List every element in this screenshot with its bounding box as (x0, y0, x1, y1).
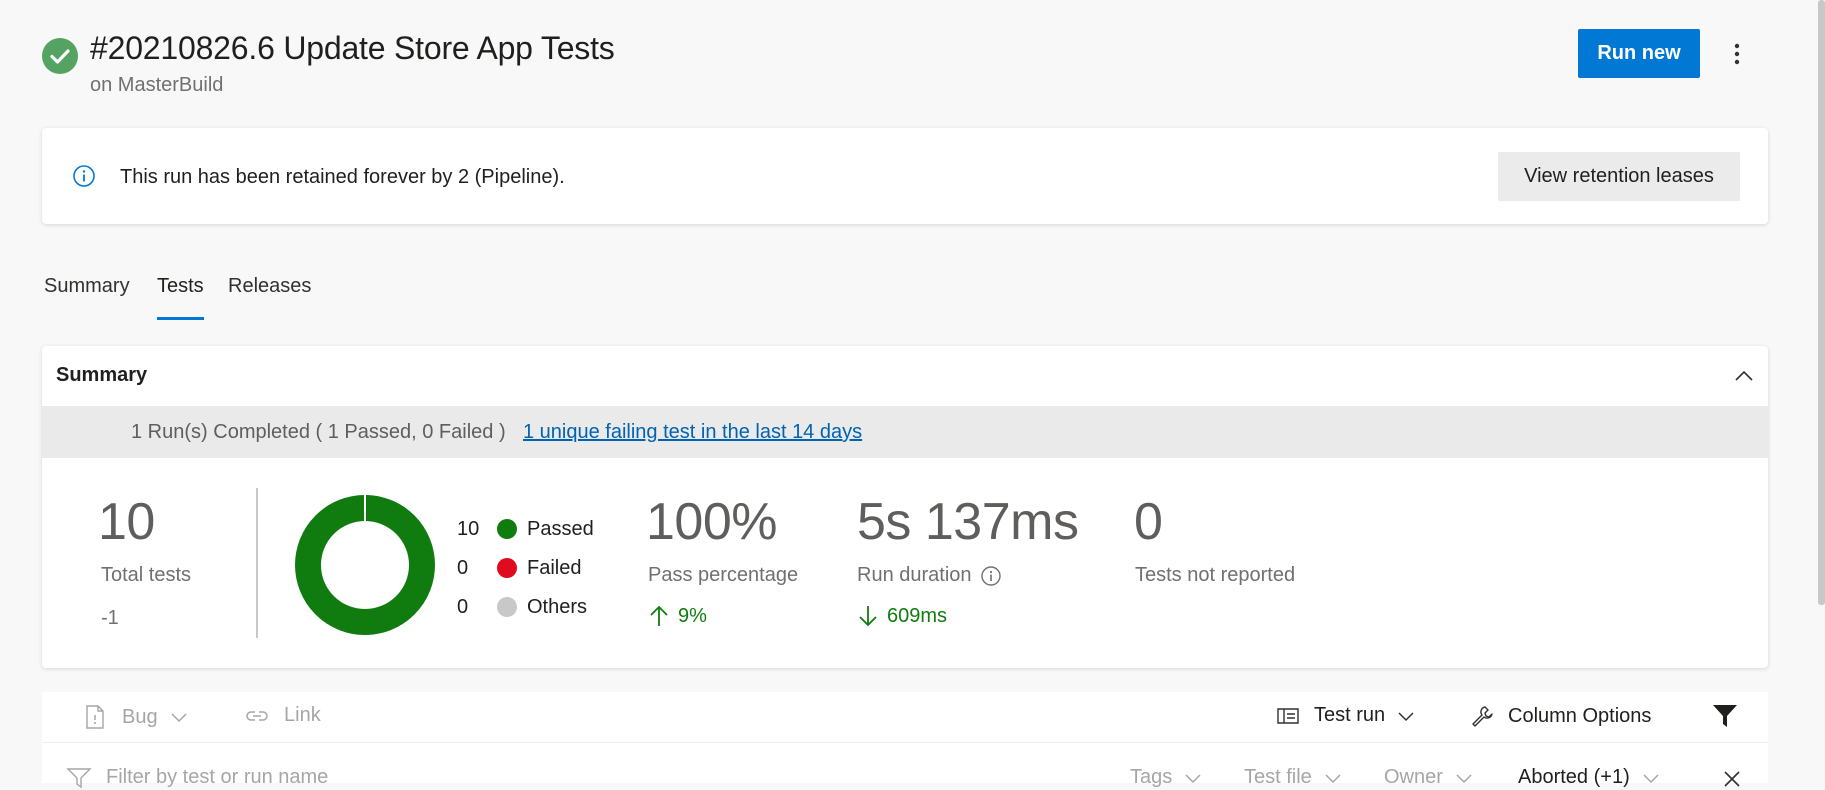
failing-tests-link[interactable]: 1 unique failing test in the last 14 day… (523, 421, 862, 444)
run-duration-label-wrap: Run duration (857, 564, 1002, 587)
pass-percentage-delta: 9% (648, 604, 707, 628)
total-tests-value: 10 (98, 493, 155, 551)
run-new-button[interactable]: Run new (1578, 29, 1700, 78)
test-run-grouping-dropdown[interactable]: Test run (1276, 704, 1415, 727)
owner-filter-dropdown[interactable]: Owner (1384, 766, 1473, 789)
link-button[interactable]: Link (244, 704, 321, 727)
outcome-filter-dropdown[interactable]: Aborted (+1) (1518, 766, 1660, 789)
legend-item-failed: 0 Failed (457, 554, 581, 582)
results-toolbar: Bug Link Test run Column Options (42, 692, 1768, 742)
run-duration-value: 5s 137ms (857, 493, 1079, 551)
bug-button[interactable]: Bug (84, 704, 188, 730)
outcome-filter-label: Aborted (+1) (1518, 766, 1630, 788)
filter-icon (1713, 705, 1737, 727)
legend-item-others: 0 Others (457, 593, 587, 621)
tags-filter-dropdown[interactable]: Tags (1130, 766, 1202, 789)
legend-count: 0 (457, 595, 469, 618)
chevron-up-icon[interactable] (1732, 364, 1756, 388)
legend-label: Failed (527, 556, 582, 579)
run-duration-label: Run duration (857, 564, 972, 586)
pass-percentage-delta-text: 9% (678, 604, 707, 627)
retention-message: This run has been retained forever by 2 … (120, 166, 565, 188)
link-icon (246, 710, 268, 721)
link-label: Link (284, 704, 321, 726)
not-reported-label: Tests not reported (1135, 564, 1296, 586)
chevron-down-icon (1398, 711, 1414, 721)
active-tab-indicator (157, 317, 204, 320)
filter-outline-icon (66, 768, 92, 789)
run-duration-delta-text: 609ms (887, 604, 948, 627)
tab-summary[interactable]: Summary (44, 275, 130, 298)
legend-item-passed: 10 Passed (457, 515, 594, 543)
bug-file-icon (86, 705, 104, 729)
more-vertical-icon[interactable] (1725, 36, 1749, 72)
tab-releases[interactable]: Releases (228, 275, 311, 298)
info-icon (72, 164, 96, 188)
arrow-up-icon (650, 605, 668, 626)
filter-toggle-button[interactable] (1712, 704, 1738, 728)
wrench-icon (1472, 706, 1493, 727)
test-file-filter-label: Test file (1244, 766, 1312, 788)
runs-completed-text: 1 Run(s) Completed ( 1 Passed, 0 Failed … (131, 421, 506, 443)
metric-divider (256, 488, 258, 638)
donut-slice-passed (295, 495, 435, 635)
tags-filter-label: Tags (1130, 766, 1173, 788)
summary-title: Summary (56, 364, 148, 386)
test-file-filter-dropdown[interactable]: Test file (1244, 766, 1342, 789)
outcome-donut-chart (295, 495, 435, 635)
run-duration-delta: 609ms (857, 604, 947, 628)
group-list-icon (1277, 707, 1299, 724)
legend-count: 0 (457, 556, 469, 579)
runs-summary-bar: 1 Run(s) Completed ( 1 Passed, 0 Failed … (42, 406, 1768, 458)
summary-card: Summary 1 Run(s) Completed ( 1 Passed, 0… (42, 346, 1768, 668)
not-reported-value: 0 (1134, 493, 1163, 551)
passed-dot-icon (497, 519, 517, 539)
view-retention-leases-button[interactable]: View retention leases (1498, 152, 1740, 201)
branch-subtitle: on MasterBuild (90, 74, 224, 96)
failed-dot-icon (497, 558, 517, 578)
tab-tests[interactable]: Tests (157, 275, 204, 298)
owner-filter-label: Owner (1384, 766, 1443, 788)
check-circle-icon (42, 38, 78, 74)
column-options-label: Column Options (1508, 704, 1652, 727)
arrow-down-icon (859, 606, 877, 627)
filter-input[interactable] (104, 765, 608, 790)
close-icon[interactable] (1722, 769, 1742, 789)
chevron-down-icon (171, 713, 187, 723)
page-scrollbar[interactable] (1818, 0, 1825, 605)
legend-label: Others (527, 595, 588, 618)
total-tests-label: Total tests (101, 564, 192, 586)
pass-percentage-label: Pass percentage (648, 564, 799, 586)
others-dot-icon (497, 597, 517, 617)
total-tests-delta: -1 (101, 607, 119, 629)
test-run-label: Test run (1314, 704, 1386, 726)
legend-label: Passed (527, 517, 594, 540)
pass-percentage-value: 100% (646, 493, 778, 551)
filter-bar: Tags Test file Owner Aborted (+1) (42, 742, 1768, 790)
legend-count: 10 (457, 517, 480, 540)
info-icon[interactable] (980, 565, 1002, 587)
bug-label: Bug (122, 705, 158, 728)
retention-banner: This run has been retained forever by 2 … (42, 128, 1768, 224)
column-options-button[interactable]: Column Options (1470, 704, 1651, 728)
page-title: #20210826.6 Update Store App Tests (90, 30, 615, 66)
